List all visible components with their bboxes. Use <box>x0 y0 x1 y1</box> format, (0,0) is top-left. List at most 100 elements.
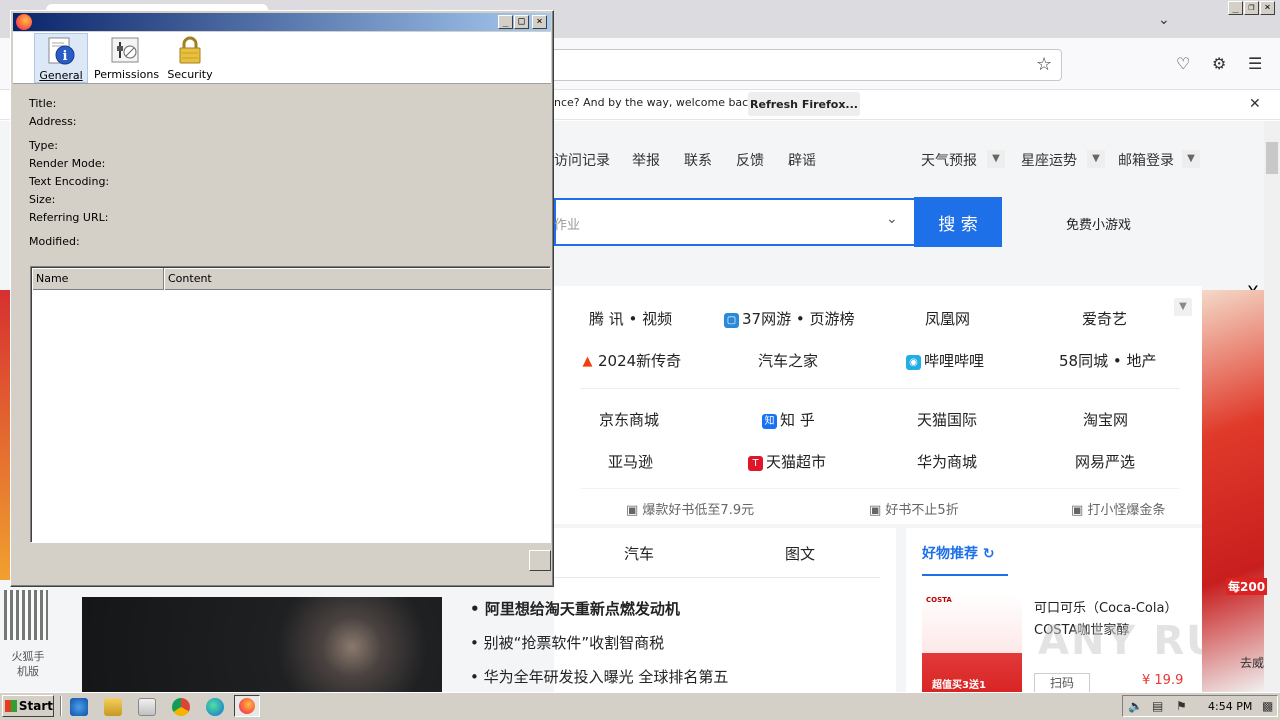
news-item-label: 别被“抢票软件”收割智商税 <box>483 634 665 652</box>
search-chevron-icon[interactable]: ⌄ <box>886 211 898 227</box>
site-link-2024-legend[interactable]: ▲ 2024新传奇 <box>580 350 682 371</box>
news-item[interactable]: • 别被“抢票软件”收割智商税 <box>470 632 664 653</box>
close-button[interactable]: × <box>1260 1 1275 15</box>
dialog-action-button[interactable] <box>529 550 551 571</box>
restore-button[interactable]: ❐ <box>1244 1 1259 15</box>
page-scrollbar-thumb[interactable] <box>1266 142 1278 174</box>
news-item[interactable]: • 华为全年研发投入曝光 全球排名第五 <box>470 666 728 687</box>
site-link-tmall-supermarket[interactable]: T 天猫超市 <box>748 451 826 472</box>
promo-link-books-cheap-label: 爆款好书低至7.9元 <box>642 503 755 518</box>
news-item[interactable]: • 阿里想给淘天重新点燃发动机 <box>470 598 680 619</box>
news-photo[interactable] <box>82 597 442 692</box>
right-ad-banner[interactable] <box>1202 290 1264 692</box>
free-games-link[interactable]: 免费小游戏 <box>1066 214 1131 233</box>
promo-link-books-discount[interactable]: ▣ 好书不止5折 <box>869 499 959 518</box>
mobile-version-label[interactable]: 火狐手机版 <box>8 649 48 679</box>
dialog-maximize-button[interactable]: □ <box>514 15 529 29</box>
site-link-58[interactable]: 58同城 • 地产 <box>1059 350 1156 371</box>
site-link-tencent-video[interactable]: 腾 讯 • 视频 <box>589 308 672 329</box>
field-text-encoding-label: Text Encoding: <box>29 175 110 188</box>
nav-mail-login[interactable]: 邮箱登录 <box>1118 150 1174 170</box>
refresh-icon[interactable]: ↻ <box>983 546 995 562</box>
horoscope-chevron-icon[interactable]: ▼ <box>1087 150 1105 168</box>
bookmark-star-icon[interactable]: ☆ <box>1036 54 1052 75</box>
menu-icon[interactable]: ☰ <box>1248 54 1262 73</box>
flame-icon: ▲ <box>582 354 593 369</box>
info-icon: i <box>48 37 75 65</box>
nav-history[interactable]: 访问记录 <box>554 150 610 170</box>
site-link-bilibili[interactable]: ◉ 哔哩哔哩 <box>906 350 984 371</box>
url-bar[interactable] <box>520 49 1062 81</box>
tab-general[interactable]: i General <box>34 33 88 83</box>
site-link-huawei[interactable]: 华为商城 <box>917 451 977 472</box>
sites-divider <box>580 388 1180 389</box>
site-link-tmall-global[interactable]: 天猫国际 <box>917 409 977 430</box>
mail-chevron-icon[interactable]: ▼ <box>1182 150 1200 168</box>
site-link-taobao[interactable]: 淘宝网 <box>1083 409 1128 430</box>
system-tray <box>1122 695 1278 717</box>
firefox-logo-icon <box>16 14 32 30</box>
site-link-iqiyi[interactable]: 爱奇艺 <box>1082 308 1127 329</box>
volume-icon[interactable]: 🔈 <box>1128 699 1143 713</box>
edge-icon[interactable] <box>206 698 224 716</box>
site-link-jd[interactable]: 京东商城 <box>599 409 659 430</box>
nav-contact[interactable]: 联系 <box>684 150 712 170</box>
nav-report[interactable]: 举报 <box>632 150 660 170</box>
tab-security[interactable]: Security <box>164 33 216 83</box>
site-link-37wan[interactable]: ▢ 37网游 • 页游榜 <box>724 308 854 329</box>
chrome-icon[interactable] <box>172 698 190 716</box>
site-link-amazon[interactable]: 亚马逊 <box>608 451 653 472</box>
taskbar-clock[interactable]: 4:54 PM <box>1208 700 1252 713</box>
cube-icon: ▢ <box>724 313 739 328</box>
dialog-titlebar[interactable] <box>13 13 551 31</box>
nav-horoscope[interactable]: 星座运势 <box>1021 150 1077 170</box>
tab-list-chevron-icon[interactable]: ⌄ <box>1158 12 1170 28</box>
field-address-label: Address: <box>29 115 77 128</box>
tmall-icon: T <box>748 456 763 471</box>
recommend-title[interactable]: 好物推荐 ↻ <box>922 543 995 563</box>
show-desktop-icon[interactable]: ▩ <box>1262 699 1273 713</box>
outer-window-controls: _ ❐ × <box>1228 1 1275 15</box>
media-player-icon[interactable] <box>138 698 156 716</box>
news-tab-auto[interactable]: 汽车 <box>624 543 654 564</box>
site-link-autohome[interactable]: 汽车之家 <box>758 350 818 371</box>
promo-link-game[interactable]: ▣ 打小怪爆金条 <box>1071 499 1165 518</box>
dialog-window-controls: _ □ × <box>498 15 547 29</box>
site-link-ifeng[interactable]: 凤凰网 <box>925 308 970 329</box>
page-scrollbar[interactable] <box>1264 121 1280 692</box>
column-header-content[interactable]: Content <box>164 268 551 290</box>
meta-tags-table[interactable] <box>30 266 551 543</box>
promo-link-books-cheap[interactable]: ▣ 爆款好书低至7.9元 <box>626 499 754 518</box>
tab-permissions[interactable]: Permissions <box>94 33 159 83</box>
folder-icon[interactable] <box>104 698 122 716</box>
site-link-zhihu-label: 知 乎 <box>780 411 815 429</box>
collapse-chevron-icon[interactable]: ▼ <box>1174 298 1192 316</box>
search-input[interactable] <box>554 198 914 246</box>
start-button[interactable]: Start <box>2 695 54 717</box>
scan-qr-button[interactable]: 扫码 <box>1034 673 1090 693</box>
news-tab-images[interactable]: 图文 <box>785 543 815 564</box>
site-link-yanxuan[interactable]: 网易严选 <box>1075 451 1135 472</box>
start-label: Start <box>18 699 53 713</box>
nav-feedback[interactable]: 反馈 <box>736 150 764 170</box>
product-price: ¥ 19.9 <box>1142 673 1184 688</box>
nav-rumor[interactable]: 辟谣 <box>788 150 816 170</box>
notification-close-icon[interactable]: ✕ <box>1249 96 1261 112</box>
minimize-button[interactable]: _ <box>1228 1 1243 15</box>
column-header-name[interactable]: Name <box>32 268 164 290</box>
network-icon[interactable]: ▤ <box>1152 699 1163 713</box>
search-button[interactable]: 搜 索 <box>914 197 1002 247</box>
dialog-close-button[interactable]: × <box>532 15 547 29</box>
extensions-icon[interactable]: ⚙ <box>1212 54 1226 73</box>
weather-chevron-icon[interactable]: ▼ <box>987 150 1005 168</box>
refresh-firefox-button[interactable]: Refresh Firefox... <box>748 92 860 116</box>
flag-icon[interactable]: ⚑ <box>1176 699 1187 713</box>
dialog-minimize-button[interactable]: _ <box>498 15 513 29</box>
news-tabs-divider <box>554 577 880 578</box>
pocket-icon[interactable]: ♡ <box>1176 54 1190 73</box>
nav-weather[interactable]: 天气预报 <box>921 150 977 170</box>
site-link-tmall-supermarket-label: 天猫超市 <box>766 453 827 471</box>
site-link-zhihu[interactable]: 知知 乎 <box>762 409 815 430</box>
ie-icon[interactable] <box>70 698 88 716</box>
promo-link-game-label: 打小怪爆金条 <box>1087 503 1166 518</box>
